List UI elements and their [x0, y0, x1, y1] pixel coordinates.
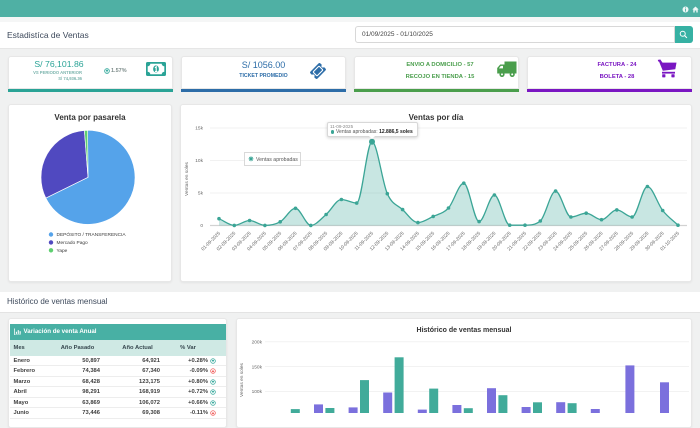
svg-text:DEPÓSITO / TRANSFERENCIA: DEPÓSITO / TRANSFERENCIA — [57, 231, 127, 238]
svg-text:5k: 5k — [198, 191, 204, 197]
svg-text:0: 0 — [200, 223, 203, 229]
svg-text:100k: 100k — [252, 389, 263, 395]
svg-text:15k: 15k — [195, 126, 203, 132]
svg-text:Mercado Pago: Mercado Pago — [57, 240, 89, 246]
svg-text:Yape: Yape — [57, 248, 68, 254]
svg-text:Ventas por día: Ventas por día — [409, 113, 464, 122]
svg-text:10k: 10k — [195, 158, 203, 164]
svg-text:Histórico de ventas mensual: Histórico de ventas mensual — [417, 327, 512, 334]
svg-text:Venta por pasarela: Venta por pasarela — [54, 113, 126, 122]
svg-text:Ventas en soles: Ventas en soles — [184, 161, 190, 195]
svg-text:Ventas aprobadas: Ventas aprobadas — [256, 157, 298, 163]
svg-text:200k: 200k — [252, 339, 263, 345]
svg-text:Ventas en soles: Ventas en soles — [239, 362, 245, 396]
svg-text:150k: 150k — [252, 364, 263, 370]
